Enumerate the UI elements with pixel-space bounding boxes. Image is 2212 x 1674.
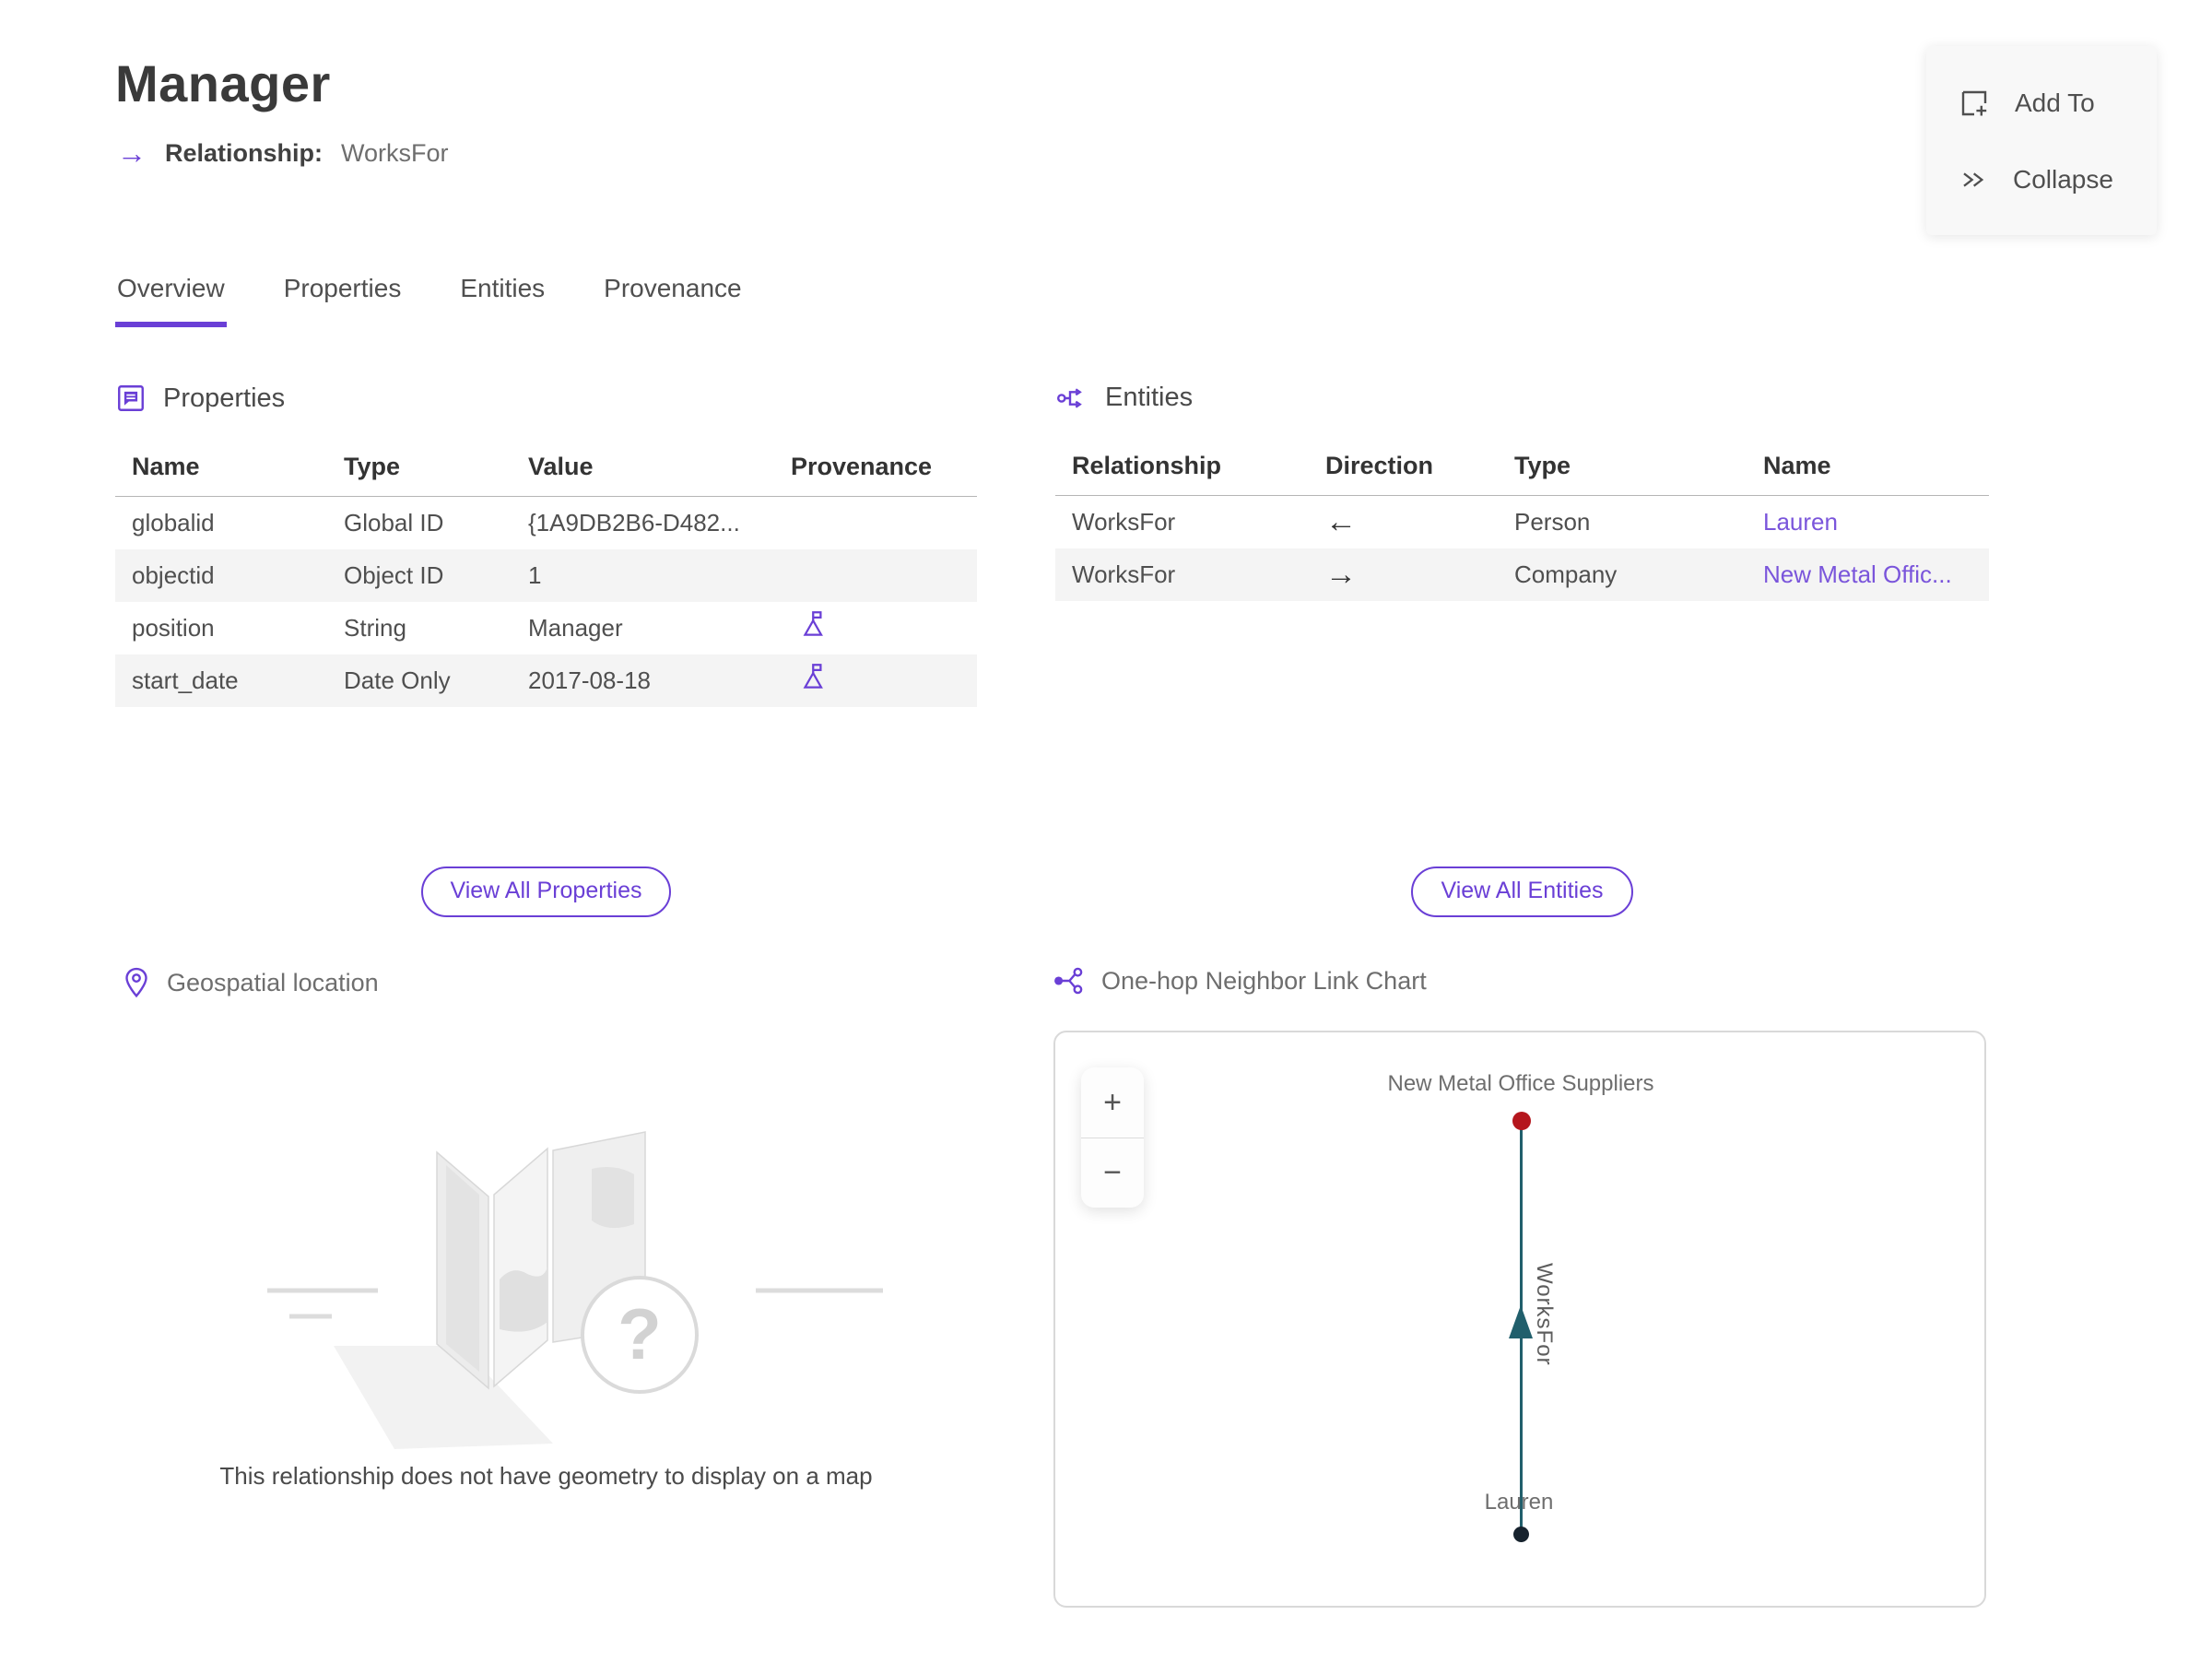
prop-type: Object ID: [327, 548, 512, 602]
graph-node-company[interactable]: [1512, 1112, 1531, 1130]
entities-section-title: Entities: [1105, 383, 1194, 412]
col-header-name: Name: [1747, 442, 1989, 496]
table-row: start_date Date Only 2017-08-18: [115, 654, 977, 707]
entity-type: Person: [1514, 507, 1591, 536]
tab-properties[interactable]: Properties: [282, 274, 404, 327]
node-label-company: New Metal Office Suppliers: [1387, 1071, 1654, 1096]
prop-provenance: [774, 654, 977, 707]
prop-name: globalid: [132, 508, 215, 536]
geospatial-section-head: Geospatial location: [123, 966, 379, 999]
add-to-button[interactable]: Add To: [1926, 74, 2157, 133]
col-header-value: Value: [512, 443, 774, 497]
table-row: position String Manager: [115, 602, 977, 654]
add-to-label: Add To: [2015, 88, 2095, 118]
entities-section: Entities Relationship Direction Type Nam…: [1055, 383, 1989, 601]
properties-icon: [118, 385, 144, 411]
relationship-details-page: Manager → Relationship: WorksFor Add To …: [0, 0, 2212, 1674]
prop-type: Global ID: [344, 508, 444, 536]
subtitle-label: Relationship:: [165, 138, 324, 167]
link-chart-canvas[interactable]: + − New Metal Office Suppliers WorksFor …: [1053, 1031, 1986, 1608]
add-to-icon: [1961, 91, 1987, 116]
graph-edge-arrowhead: [1509, 1305, 1533, 1338]
col-header-type: Type: [327, 443, 512, 497]
prop-name: objectid: [115, 548, 327, 602]
geospatial-empty-message: This relationship does not have geometry…: [219, 1462, 873, 1490]
provenance-flag-icon: [803, 610, 823, 636]
entities-icon: [1056, 387, 1082, 408]
table-row: WorksFor ← Person Lauren: [1055, 496, 1989, 548]
collapse-button[interactable]: Collapse: [1926, 152, 2157, 207]
relationship-arrow-icon: →: [117, 136, 147, 170]
properties-section-head: Properties: [115, 383, 977, 414]
col-header-relationship: Relationship: [1055, 442, 1309, 496]
zoom-out-button[interactable]: −: [1081, 1137, 1144, 1208]
question-mark-glyph: ?: [618, 1293, 662, 1374]
prop-value: 1: [512, 548, 774, 602]
properties-table: Name Type Value Provenance globalid Glob…: [115, 443, 977, 707]
entity-name-link[interactable]: Lauren: [1763, 508, 1838, 536]
collapse-label: Collapse: [2013, 164, 2113, 194]
entities-table: Relationship Direction Type Name WorksFo…: [1055, 442, 1989, 601]
breadcrumb: → Relationship: WorksFor: [117, 138, 449, 168]
zoom-control: + −: [1081, 1067, 1144, 1208]
subtitle-value: WorksFor: [341, 138, 449, 167]
prop-value: {1A9DB2B6-D482...: [528, 508, 740, 536]
properties-section: Properties Name Type Value Provenance gl…: [115, 383, 977, 707]
properties-section-title: Properties: [163, 383, 286, 413]
direction-arrow-icon: ←: [1325, 503, 1357, 539]
col-header-direction: Direction: [1309, 442, 1498, 496]
prop-value: Manager: [528, 613, 623, 642]
link-chart-section-title: One-hop Neighbor Link Chart: [1101, 966, 1427, 995]
table-row: WorksFor → Company New Metal Offic...: [1055, 548, 1989, 601]
graph-edge-label: WorksFor: [1532, 1263, 1557, 1366]
table-row: globalid Global ID {1A9DB2B6-D482...: [115, 497, 977, 549]
link-chart-section-head: One-hop Neighbor Link Chart: [1052, 966, 1427, 996]
view-all-properties-wrap: View All Properties: [115, 866, 977, 917]
zoom-in-button[interactable]: +: [1081, 1067, 1144, 1138]
col-header-provenance: Provenance: [774, 443, 977, 497]
view-all-entities-wrap: View All Entities: [1055, 866, 1989, 917]
geospatial-section-title: Geospatial location: [167, 968, 379, 996]
map-pin-icon: [125, 967, 147, 998]
prop-value: 2017-08-18: [512, 654, 774, 707]
prop-provenance: [774, 548, 977, 602]
detail-tabs: Overview Properties Entities Provenance: [115, 274, 744, 327]
tab-entities[interactable]: Entities: [458, 274, 547, 327]
prop-provenance: [774, 497, 977, 549]
actions-panel: Add To Collapse: [1926, 46, 2157, 235]
map-placeholder-illustration: ?: [267, 1131, 883, 1449]
collapse-icon: [1963, 172, 1984, 187]
prop-name: start_date: [115, 654, 327, 707]
node-label-person: Lauren: [1484, 1490, 1554, 1515]
prop-type: String: [344, 613, 406, 642]
entity-relationship: WorksFor: [1055, 548, 1309, 601]
view-all-properties-button[interactable]: View All Properties: [420, 866, 672, 917]
tab-provenance[interactable]: Provenance: [602, 274, 743, 327]
prop-type: Date Only: [327, 654, 512, 707]
prop-provenance: [774, 602, 977, 654]
direction-arrow-icon: →: [1309, 548, 1498, 601]
tab-overview[interactable]: Overview: [115, 274, 227, 327]
col-header-type: Type: [1498, 442, 1747, 496]
provenance-flag-icon: [803, 663, 823, 689]
prop-name: position: [132, 613, 215, 642]
link-chart-icon: [1054, 967, 1083, 995]
page-title: Manager: [115, 54, 331, 112]
entity-type: Company: [1498, 548, 1747, 601]
graph-node-person[interactable]: [1513, 1527, 1529, 1542]
entity-relationship: WorksFor: [1072, 507, 1176, 536]
entities-section-head: Entities: [1055, 383, 1989, 413]
table-row: objectid Object ID 1: [115, 548, 977, 602]
view-all-entities-button[interactable]: View All Entities: [1411, 866, 1633, 917]
col-header-name: Name: [115, 443, 327, 497]
entity-name-link[interactable]: New Metal Offic...: [1763, 560, 1952, 588]
